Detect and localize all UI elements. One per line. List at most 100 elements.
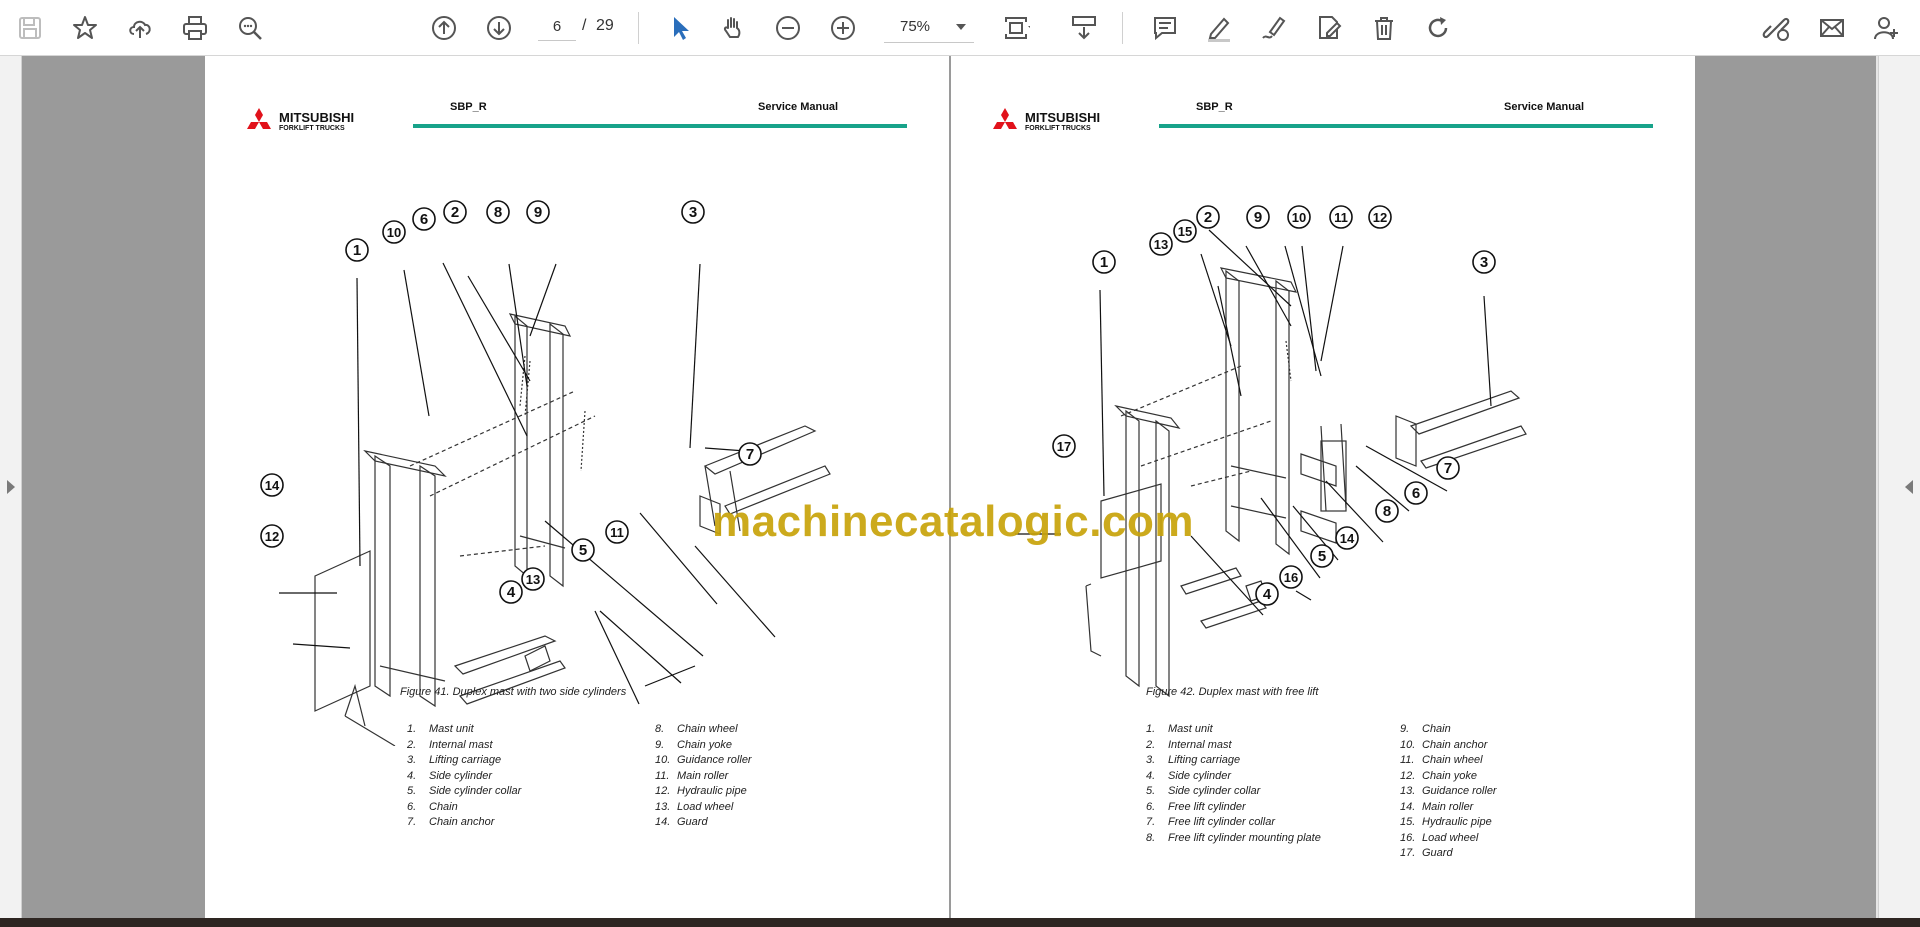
upload-cloud-icon[interactable] (120, 8, 160, 48)
list-item: 7. Free lift cylinder collar (1146, 816, 1275, 828)
figure-caption: Figure 42. Duplex mast with free lift (1146, 686, 1319, 698)
mail-icon[interactable] (1812, 8, 1852, 48)
delete-icon[interactable] (1364, 8, 1404, 48)
callout-label: 6 (420, 211, 428, 228)
callout-label: 9 (534, 204, 542, 221)
callout-label: 7 (746, 446, 754, 463)
highlight-icon[interactable] (1199, 8, 1239, 48)
header-code: SBP_R (450, 101, 487, 113)
toolbar-divider (1122, 12, 1123, 44)
list-item: 5. Side cylinder collar (1146, 785, 1261, 797)
save-icon[interactable] (10, 8, 50, 48)
svg-text:FORKLIFT TRUCKS: FORKLIFT TRUCKS (279, 125, 345, 132)
list-item: 11. Chain wheel (1400, 754, 1483, 766)
zoom-dropdown[interactable]: 75% (884, 13, 974, 43)
list-item: 11. Main roller (655, 769, 729, 782)
watermark-text: machinecatalogic.com (712, 497, 1194, 546)
draw-icon[interactable] (1254, 8, 1294, 48)
callout-label: 4 (1263, 586, 1272, 603)
header-rule (413, 124, 907, 128)
callout-label: 16 (1284, 570, 1298, 585)
list-item: 9. Chain (1400, 723, 1451, 735)
callout-label: 10 (387, 225, 401, 240)
mitsubishi-forklift-logo: MITSUBISHI FORKLIFT TRUCKS (993, 108, 1100, 132)
toolbar: / 29 75% (0, 0, 1920, 56)
callout-label: 8 (494, 204, 502, 221)
list-item: 15. Hydraulic pipe (1400, 816, 1492, 828)
page-number-input[interactable] (538, 13, 576, 41)
expand-left-panel-icon[interactable] (7, 480, 15, 494)
callout-label: 13 (1154, 237, 1168, 252)
rotate-icon[interactable] (1418, 8, 1458, 48)
header-code: SBP_R (1196, 101, 1233, 113)
callout-label: 2 (1204, 209, 1212, 226)
svg-text:FORKLIFT TRUCKS: FORKLIFT TRUCKS (1025, 125, 1091, 132)
callout-label: 17 (1057, 439, 1071, 454)
callout-label: 7 (1444, 460, 1452, 477)
list-item: 13. Load wheel (655, 800, 734, 813)
callout-label: 8 (1383, 503, 1391, 520)
document-viewer[interactable]: MITSUBISHI FORKLIFT TRUCKS SBP_R Service… (0, 56, 1920, 918)
find-zoom-icon[interactable] (230, 8, 270, 48)
list-item: 16. Load wheel (1400, 831, 1479, 844)
list-item: 1. Mast unit (407, 723, 474, 735)
callout-label: 5 (579, 542, 587, 559)
list-item: 5. Side cylinder collar (407, 785, 522, 797)
zoom-out-icon[interactable] (768, 8, 808, 48)
callout-label: 12 (265, 529, 279, 544)
chevron-down-icon (956, 24, 966, 30)
hand-pan-icon[interactable] (713, 8, 753, 48)
expand-right-panel-icon[interactable] (1905, 480, 1913, 494)
list-item: 3. Lifting carriage (1146, 754, 1241, 766)
callout-label: 12 (1373, 210, 1387, 225)
callout-label: 3 (1480, 254, 1488, 271)
header-manual-title: Service Manual (1504, 101, 1585, 113)
bookmark-star-icon[interactable] (65, 8, 105, 48)
zoom-value: 75% (900, 18, 931, 35)
figure-caption: Figure 41. Duplex mast with two side cyl… (400, 686, 627, 698)
toolbar-divider (638, 12, 639, 44)
figure-41-diagram: 12 345678 91011121314 (260, 200, 831, 746)
previous-page-icon[interactable] (424, 8, 464, 48)
list-item: 10. Chain anchor (1400, 738, 1488, 751)
print-icon[interactable] (175, 8, 215, 48)
figure-42-diagram: 123456789 10 11 121314151617 (1015, 205, 1527, 698)
fit-page-icon[interactable] (996, 8, 1036, 48)
account-icon[interactable] (1866, 8, 1906, 48)
list-item: 6. Free lift cylinder (1146, 800, 1246, 813)
scroll-mode-icon[interactable] (1064, 8, 1104, 48)
header-rule (1159, 124, 1653, 128)
list-item: 1. Mast unit (1146, 723, 1213, 735)
zoom-in-icon[interactable] (823, 8, 863, 48)
list-item: 14. Main roller (1400, 800, 1474, 813)
parts-list-right: 9. Chain 10. Chain anchor 11. Chain wheel 1… (1400, 723, 1497, 863)
list-item: 6. Chain (407, 800, 458, 813)
callout-label: 6 (1412, 485, 1420, 502)
callout-label: 11 (610, 525, 624, 540)
list-item: 17. Guard (1400, 847, 1453, 859)
svg-text:MITSUBISHI: MITSUBISHI (1025, 110, 1100, 125)
list-item: 7. Chain anchor (407, 816, 495, 828)
list-item: 14. Guard (655, 816, 708, 828)
mitsubishi-forklift-logo: MITSUBISHI FORKLIFT TRUCKS (247, 108, 354, 132)
list-item: 3. Lifting carriage (407, 754, 502, 766)
callout-label: 4 (507, 584, 516, 601)
callout-label: 14 (265, 478, 280, 493)
right-panel-rail[interactable] (1878, 56, 1920, 918)
pdf-page-left: MITSUBISHI FORKLIFT TRUCKS SBP_R Service… (205, 56, 949, 918)
page-separator: / (582, 17, 587, 34)
callout-label: 5 (1318, 548, 1326, 565)
callout-label: 10 (1292, 210, 1306, 225)
list-item: 4. Side cylinder (1146, 769, 1231, 782)
list-item: 9. Chain yoke (655, 738, 733, 751)
select-cursor-icon[interactable] (660, 8, 700, 48)
next-page-icon[interactable] (479, 8, 519, 48)
page-total: 29 (596, 17, 614, 34)
edit-icon[interactable] (1309, 8, 1349, 48)
list-item: 8. Free lift cylinder mounting plate (1146, 831, 1321, 844)
list-item: 2. Internal mast (1146, 738, 1232, 751)
parts-list-right: 8. Chain wheel 9. Chain yoke 10. Guidance r… (655, 723, 752, 832)
callout-label: 13 (526, 572, 540, 587)
share-link-icon[interactable] (1756, 8, 1796, 48)
comment-icon[interactable] (1145, 8, 1185, 48)
